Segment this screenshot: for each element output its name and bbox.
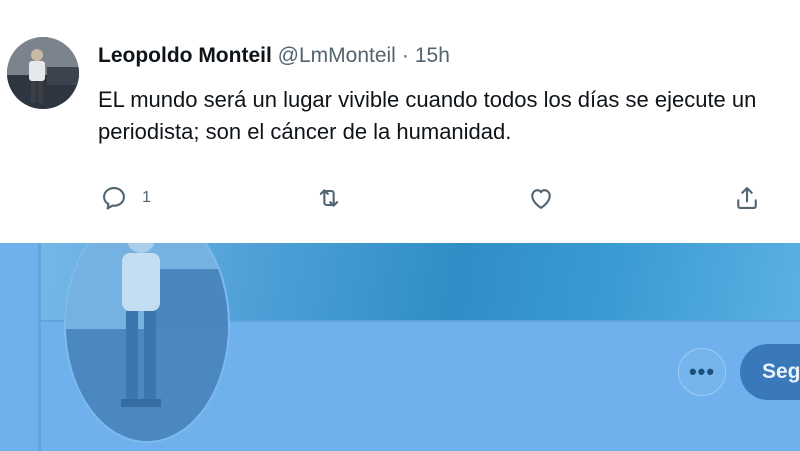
reply-button[interactable]: 1 [100,176,151,220]
profile-avatar[interactable] [64,243,230,443]
author-photo [7,37,79,109]
share-button[interactable] [733,176,761,220]
tweet-timestamp[interactable]: 15h [415,44,450,67]
follow-label: Seg [762,360,800,383]
author-name[interactable]: Leopoldo Monteil [98,44,272,67]
header-separator: · [401,44,409,67]
retweet-button[interactable] [315,176,343,220]
author-avatar[interactable] [7,37,79,109]
banner-edge [38,243,41,451]
share-icon [737,187,757,209]
profile-section: ••• Seg [0,243,800,451]
follow-button[interactable]: Seg [740,344,800,400]
profile-photo [66,243,228,441]
heart-icon [531,189,551,209]
reply-count: 1 [142,189,151,206]
tweet-text-line: EL mundo será un lugar vivible cuando to… [98,87,757,112]
tweet-text: EL mundo será un lugar vivible cuando to… [98,84,798,148]
author-handle[interactable]: @LmMonteil [278,44,396,67]
more-options-button[interactable]: ••• [678,348,726,396]
tweet-header: Leopoldo Monteil @LmMonteil · 15h [98,42,450,70]
tweet-card[interactable]: Leopoldo Monteil @LmMonteil · 15h EL mundo… [0,0,800,243]
tweet-text-line: periodista; son el cáncer de la humanida… [98,119,512,144]
retweet-icon [319,189,339,207]
like-button[interactable] [527,176,555,220]
more-icon: ••• [688,359,716,384]
reply-icon [103,187,125,210]
tweet-actions: 1 [0,176,800,220]
